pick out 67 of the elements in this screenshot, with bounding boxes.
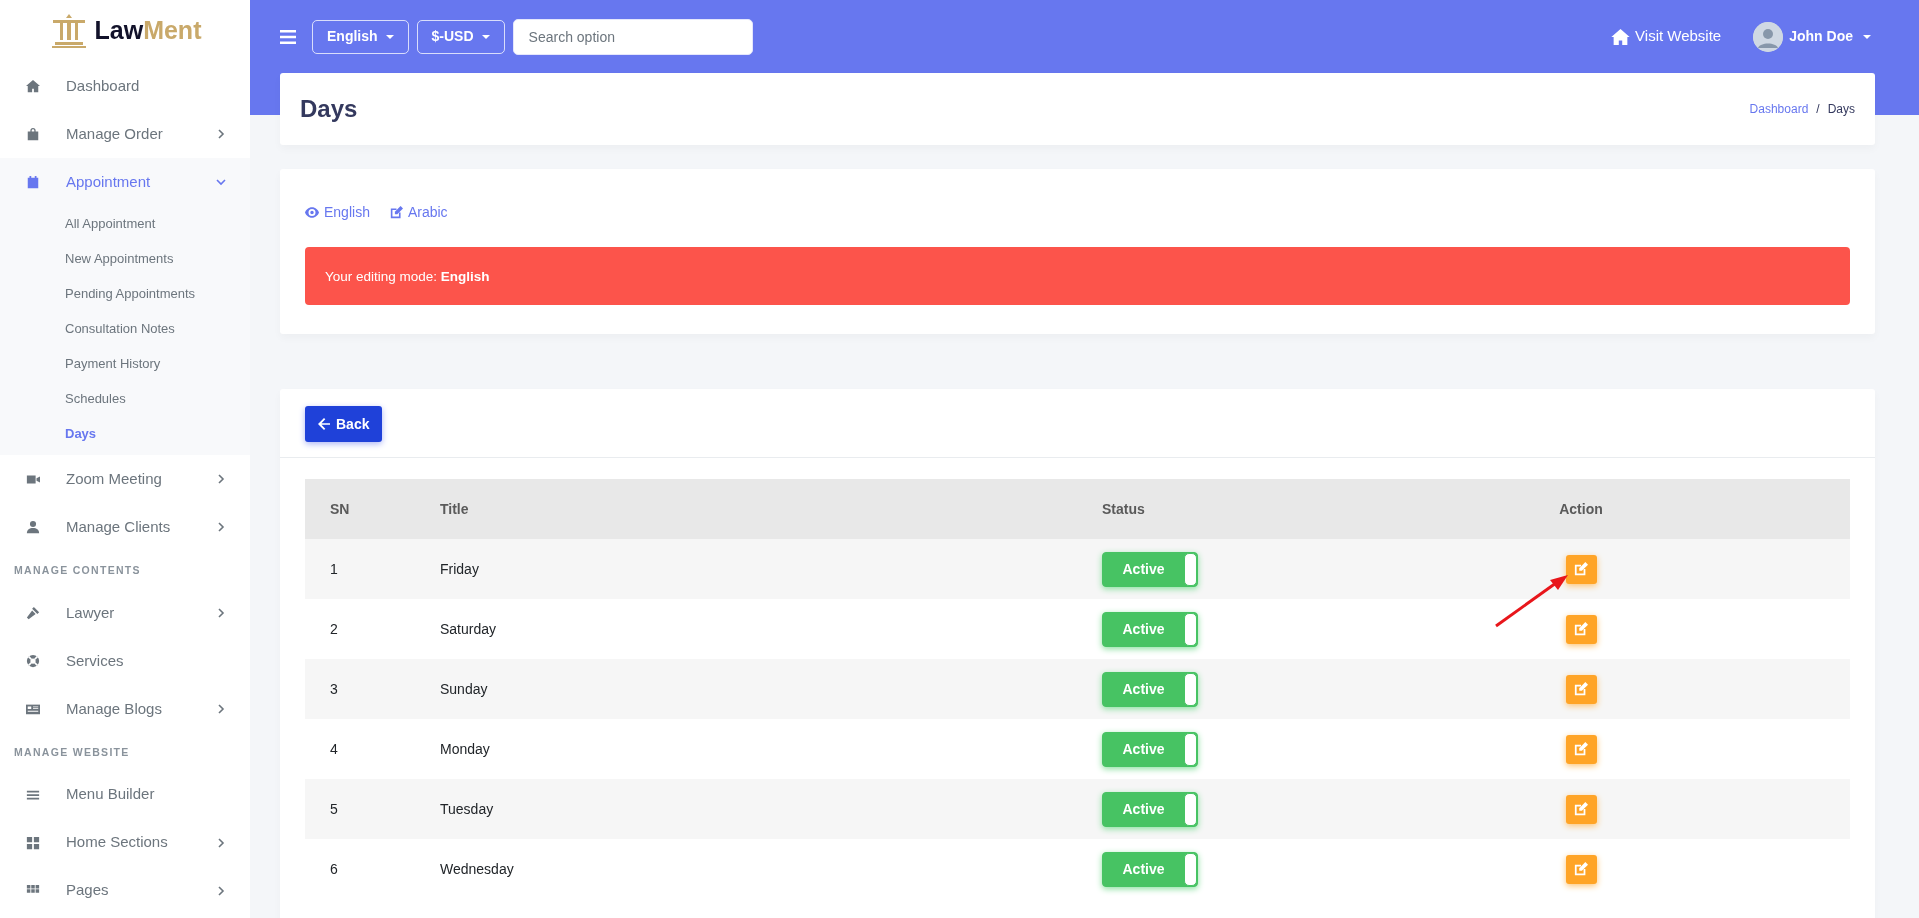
table-cell: Sunday [415,659,1077,719]
language-dropdown[interactable]: English [312,19,409,54]
visit-website-link[interactable]: Visit Website [1611,25,1722,48]
sidebar-item[interactable]: Home Sections [0,818,250,867]
table-cell: Monday [415,719,1077,779]
table-cell: Wednesday [415,839,1077,899]
table-cell: 1 [305,539,415,599]
column-header: Title [415,479,1077,539]
table-cell: 2 [305,599,415,659]
currency-dropdown[interactable]: $-USD [416,19,505,54]
edit-icon [1574,682,1588,696]
column-header: Status [1077,479,1477,539]
edit-button[interactable] [1565,734,1597,764]
edit-icon [1574,802,1588,816]
sidebar-section-heading: MANAGE WEBSITE [13,744,131,760]
breadcrumb-link[interactable]: Dashboard [1749,100,1809,118]
submenu-item[interactable]: Payment History [0,346,161,381]
table-cell: 5 [305,779,415,839]
sidebar-item[interactable]: Services [0,636,250,685]
submenu-item[interactable]: Schedules [0,381,126,416]
sidebar-item[interactable]: Pages [0,866,250,915]
table-cell: 3 [305,659,415,719]
column-header: SN [305,479,415,539]
edit-button[interactable] [1565,614,1597,644]
avatar-icon [1753,21,1784,52]
sidebar-item[interactable]: Lawyer [0,588,250,637]
search-field[interactable]: Search option [512,18,753,55]
arrow-left-icon [318,418,330,430]
edit-icon [1574,862,1588,876]
user-menu[interactable]: John Doe [1753,21,1871,52]
edit-icon [1574,562,1588,576]
submenu-item[interactable]: All Appointment [0,206,156,241]
table-cell: Friday [415,539,1077,599]
submenu-item[interactable]: Days [0,416,97,451]
page-title: Days [300,94,358,124]
editing-mode-alert: Your editing mode: English [305,247,1850,305]
sidebar-item[interactable]: Menu Builder [0,770,250,819]
breadcrumb-current: Days [1827,101,1855,118]
sidebar-item[interactable]: Manage Order [0,110,250,158]
home-icon [1611,28,1631,45]
eye-icon [305,207,319,218]
table-cell: Tuesday [415,779,1077,839]
sidebar-item[interactable]: Zoom Meeting [0,455,250,503]
edit-button[interactable] [1565,674,1597,704]
submenu-item[interactable]: New Appointments [0,241,174,276]
sidebar-item[interactable]: Manage Clients [0,503,250,551]
sidebar-item[interactable]: Manage Blogs [0,684,250,733]
back-button[interactable]: Back [305,406,383,442]
sidebar-section-heading: MANAGE CONTENTS [13,563,142,578]
edit-button[interactable] [1565,854,1597,884]
language-tab[interactable]: Arabic [389,202,448,223]
submenu-item[interactable]: Consultation Notes [0,311,175,346]
edit-icon [1574,622,1588,636]
breadcrumb-separator: / [1816,101,1820,118]
edit-button[interactable] [1565,554,1597,584]
table-cell: 6 [305,839,415,899]
logo-text: LawMent [94,15,202,47]
table-cell: 4 [305,719,415,779]
sidebar-item[interactable]: Dashboard [0,62,250,110]
edit-icon [389,206,403,219]
edit-icon [1574,742,1588,756]
language-tab[interactable]: English [305,202,370,223]
column-header: Action [1477,479,1850,539]
table-cell: Saturday [415,599,1077,659]
submenu-item[interactable]: Pending Appointments [0,276,196,311]
sidebar-item[interactable]: Appointment [0,158,250,206]
edit-button[interactable] [1565,794,1597,824]
